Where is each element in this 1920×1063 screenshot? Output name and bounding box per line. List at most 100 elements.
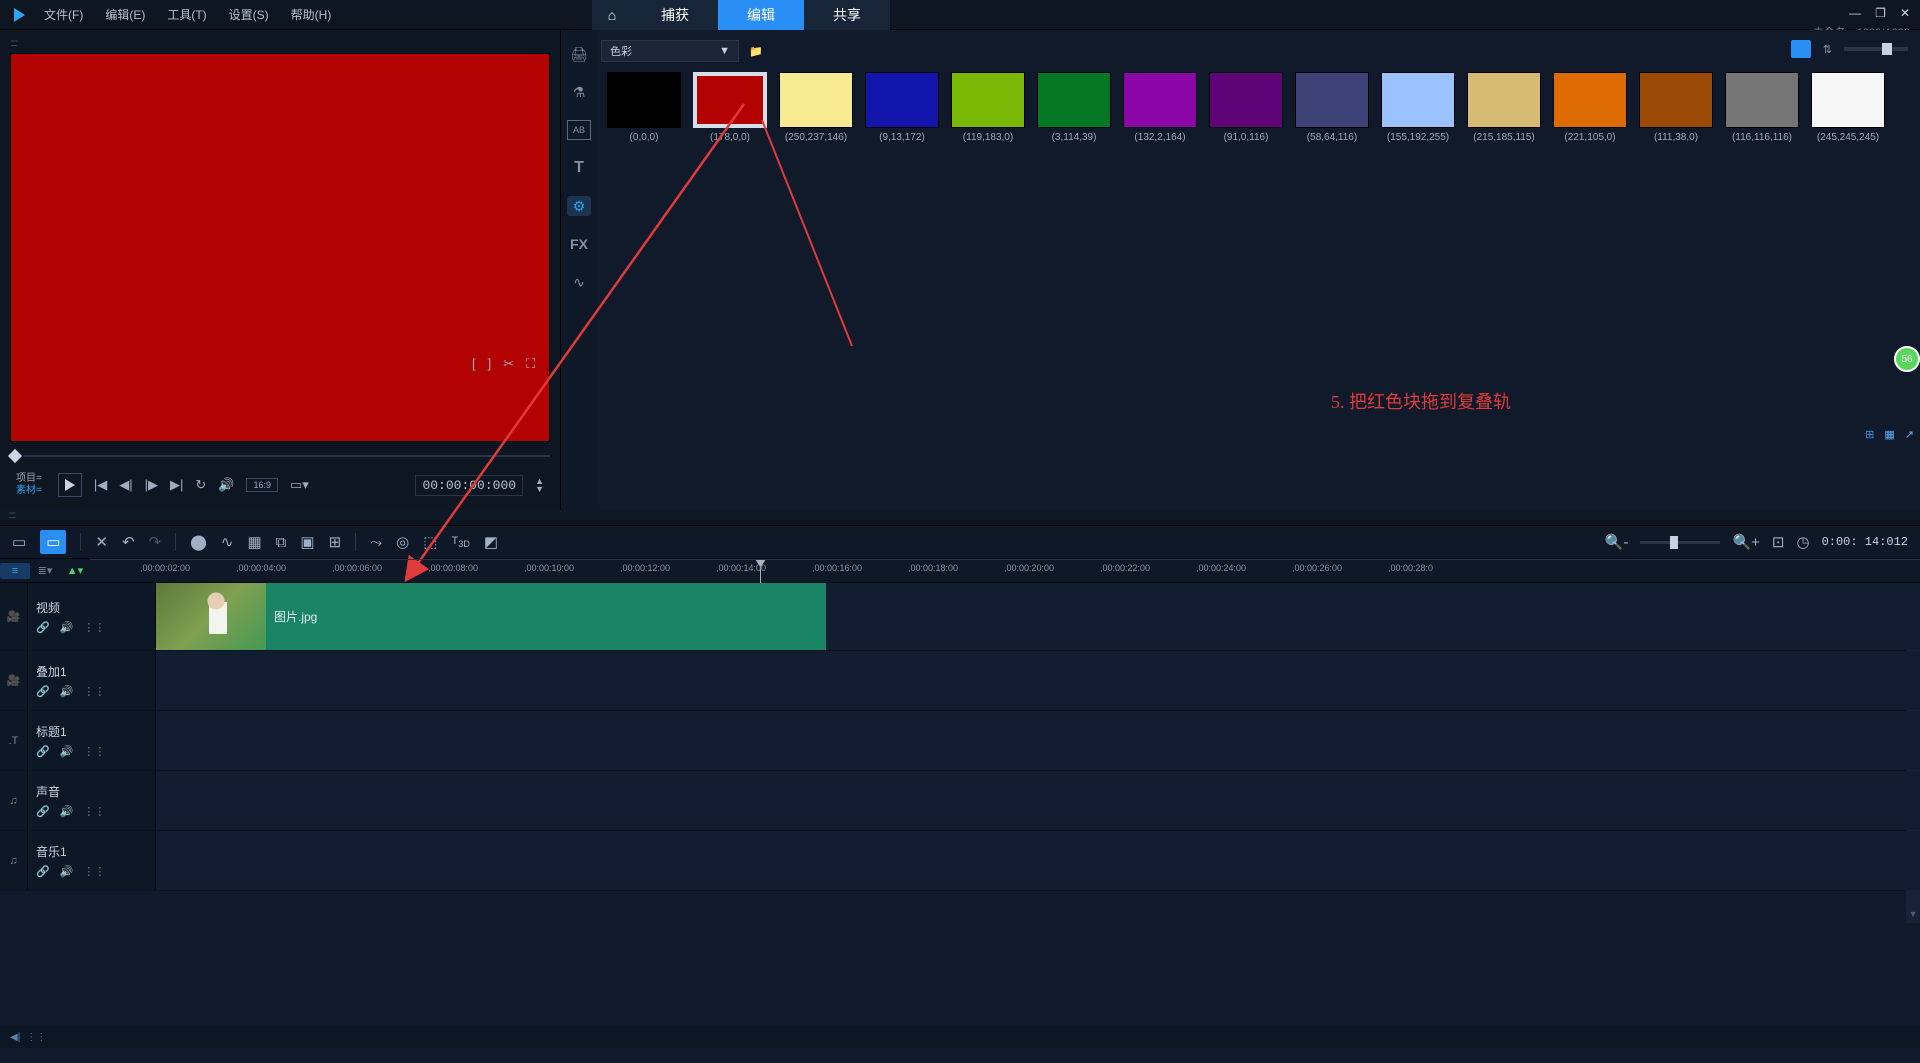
pan-zoom-icon[interactable]: ⬚ — [423, 533, 437, 551]
fullscreen-icon[interactable]: ⛶ — [526, 356, 535, 372]
auto-music-icon[interactable]: ▦ — [247, 533, 261, 551]
swatch-box[interactable] — [1553, 72, 1627, 128]
swatch-box[interactable] — [1467, 72, 1541, 128]
scrub-handle-icon[interactable] — [8, 449, 22, 463]
panel-grip-icon[interactable]: :::::::: — [0, 510, 1920, 521]
timeline-timecode[interactable]: 0:00: 14:012 — [1822, 535, 1908, 549]
tab-share[interactable]: 共享 — [804, 0, 890, 30]
swatch-box[interactable] — [1725, 72, 1799, 128]
color-swatch[interactable]: (155,192,255) — [1381, 72, 1455, 143]
timeline-clip[interactable]: 图片.jpg — [156, 583, 826, 650]
track-body[interactable] — [156, 711, 1920, 770]
close-icon[interactable]: ✕ — [1900, 6, 1910, 20]
tab-edit[interactable]: 编辑 — [718, 0, 804, 30]
link-icon[interactable]: 🔗 — [36, 865, 50, 878]
marker-toggle-icon[interactable]: ▲▾ — [60, 564, 90, 577]
multicam-icon[interactable]: ◎ — [396, 533, 409, 551]
zoom-slider[interactable] — [1640, 541, 1720, 544]
preview-scrubber[interactable] — [10, 448, 550, 464]
scroll-left-icon[interactable]: ◀| — [10, 1032, 20, 1043]
menu-file[interactable]: 文件(F) — [44, 6, 83, 23]
link-icon[interactable]: 🔗 — [36, 621, 50, 634]
track-body[interactable]: 图片.jpg — [156, 583, 1920, 650]
swatch-box[interactable] — [1295, 72, 1369, 128]
timecode-stepper-icon[interactable]: ▲▼ — [535, 477, 544, 493]
library-category-dropdown[interactable]: 色彩 ▼ — [601, 40, 739, 62]
mute-icon[interactable]: 🔊 — [60, 621, 74, 634]
menu-edit[interactable]: 编辑(E) — [105, 6, 145, 23]
panel-grip-icon[interactable]: :::::::: — [10, 38, 550, 49]
thumbnail-view-icon[interactable] — [1791, 40, 1811, 58]
lib-media-icon[interactable]: 🖨 — [567, 44, 591, 64]
aspect-badge[interactable]: 16:9 — [246, 478, 278, 492]
color-swatch[interactable]: (3,114,39) — [1037, 72, 1111, 143]
layout-a-icon[interactable]: ⊞ — [1865, 428, 1874, 441]
swatch-box[interactable] — [1381, 72, 1455, 128]
track-header[interactable]: 叠加1🔗🔊⋮⋮ — [28, 651, 156, 710]
volume-icon[interactable]: 🔊 — [218, 477, 234, 493]
next-frame-icon[interactable]: |▶ — [145, 477, 158, 493]
zoom-in-icon[interactable]: 🔍+ — [1732, 533, 1759, 551]
swatch-box[interactable] — [779, 72, 853, 128]
link-icon[interactable]: 🔗 — [36, 805, 50, 818]
play-button[interactable] — [58, 473, 82, 497]
3d-title-icon[interactable]: T3D — [451, 535, 469, 549]
color-swatch[interactable]: (91,0,116) — [1209, 72, 1283, 143]
timeline-ruler[interactable]: ,00:00:02:00,00:00:04:00,00:00:06:00,00:… — [90, 559, 1920, 583]
color-swatch[interactable]: (215,185,115) — [1467, 72, 1541, 143]
restore-icon[interactable]: ❐ — [1875, 6, 1886, 20]
mark-out-icon[interactable]: ] — [488, 356, 492, 372]
track-body[interactable] — [156, 651, 1920, 710]
track-type-icon[interactable]: ♫ — [0, 771, 28, 830]
lib-text-icon[interactable]: T — [567, 158, 591, 178]
menu-tool[interactable]: 工具(T) — [167, 6, 206, 23]
tab-home[interactable]: ⌂ — [592, 0, 632, 30]
go-start-icon[interactable]: |◀ — [94, 477, 107, 493]
lock-icon[interactable]: ⋮⋮ — [83, 805, 105, 818]
tools-icon[interactable]: ✕ — [95, 533, 108, 551]
subtitle-icon[interactable]: ⊞ — [329, 533, 342, 551]
color-swatch[interactable]: (0,0,0) — [607, 72, 681, 143]
split-clip-icon[interactable]: ✂ — [503, 356, 514, 372]
color-swatch[interactable]: (178,0,0) — [693, 72, 767, 143]
swatch-box[interactable] — [693, 72, 767, 128]
color-swatch[interactable]: (245,245,245) — [1811, 72, 1885, 143]
scroll-handle-icon[interactable]: ⋮⋮ — [26, 1032, 46, 1043]
track-header[interactable]: 标题1🔗🔊⋮⋮ — [28, 711, 156, 770]
timeline-view-icon[interactable]: ▭ — [40, 530, 66, 554]
color-swatch[interactable]: (132,2,164) — [1123, 72, 1197, 143]
popout-icon[interactable]: ↗ — [1905, 428, 1914, 441]
redo-icon[interactable]: ↷ — [149, 533, 162, 551]
menu-help[interactable]: 帮助(H) — [291, 6, 332, 23]
color-swatch[interactable]: (116,116,116) — [1725, 72, 1799, 143]
clock-icon[interactable]: ◷ — [1796, 533, 1809, 551]
preview-timecode[interactable]: 00:00:00:000 — [415, 475, 523, 496]
display-opts-icon[interactable]: ▭▾ — [290, 477, 309, 493]
lib-transition-icon[interactable]: ⚗ — [567, 82, 591, 102]
color-swatch[interactable]: (58,64,116) — [1295, 72, 1369, 143]
list-collapse-icon[interactable]: ≡ — [0, 563, 30, 579]
swatch-box[interactable] — [1123, 72, 1197, 128]
track-type-icon[interactable]: .T — [0, 711, 28, 770]
swatch-box[interactable] — [607, 72, 681, 128]
go-end-icon[interactable]: ▶| — [170, 477, 183, 493]
lock-icon[interactable]: ⋮⋮ — [83, 685, 105, 698]
list-expand-icon[interactable]: ≣▾ — [30, 564, 60, 577]
mute-icon[interactable]: 🔊 — [60, 865, 74, 878]
swatch-box[interactable] — [1639, 72, 1713, 128]
color-swatch[interactable]: (221,105,0) — [1553, 72, 1627, 143]
tab-capture[interactable]: 捕获 — [632, 0, 718, 30]
lib-title-icon[interactable]: AB — [567, 120, 591, 140]
track-header[interactable]: 视频🔗🔊⋮⋮ — [28, 583, 156, 650]
swatch-box[interactable] — [951, 72, 1025, 128]
track-type-icon[interactable]: 🎥 — [0, 651, 28, 710]
track-header[interactable]: 声音🔗🔊⋮⋮ — [28, 771, 156, 830]
link-icon[interactable]: 🔗 — [36, 745, 50, 758]
color-swatch[interactable]: (250,237,146) — [779, 72, 853, 143]
mute-icon[interactable]: 🔊 — [60, 685, 74, 698]
link-icon[interactable]: 🔗 — [36, 685, 50, 698]
record-icon[interactable]: ⬤ — [190, 533, 207, 551]
swatch-box[interactable] — [1209, 72, 1283, 128]
swatch-box[interactable] — [1811, 72, 1885, 128]
lock-icon[interactable]: ⋮⋮ — [83, 621, 105, 634]
